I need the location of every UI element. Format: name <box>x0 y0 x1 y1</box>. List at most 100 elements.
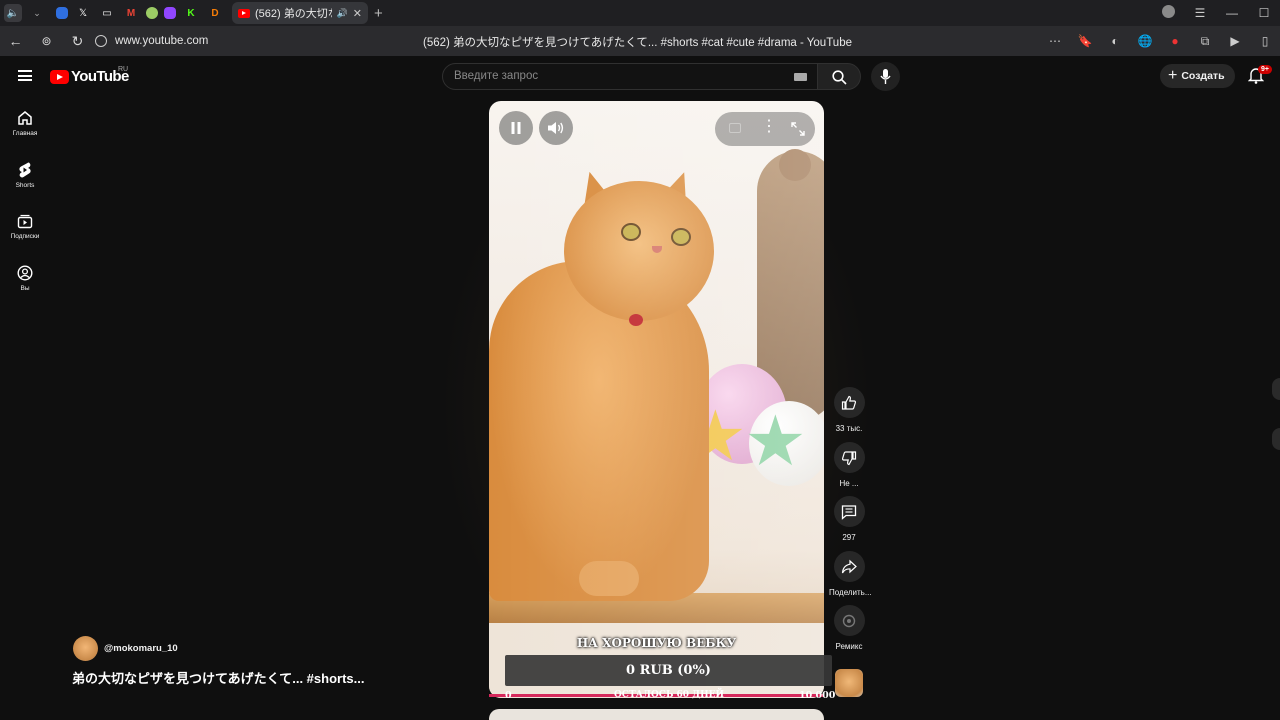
search-input[interactable]: Введите запрос <box>442 63 818 90</box>
guide-label-subscriptions: Подписки <box>10 233 40 240</box>
guide-label-you: Вы <box>20 285 30 292</box>
youtube-logo[interactable]: YouTube <box>50 68 129 85</box>
extension-shield-icon[interactable]: ◐ <box>1100 34 1130 48</box>
youtube-header: YouTube RU Введите запрос + Создать 9+ <box>0 56 1280 96</box>
search-placeholder: Введите запрос <box>454 70 539 82</box>
pinned-tab-gmail[interactable]: M <box>122 4 140 22</box>
channel-name[interactable]: @mokomaru_10 <box>104 643 178 654</box>
shorts-video-player[interactable]: ★ ★ ⋮ <box>489 101 824 698</box>
more-vertical-icon[interactable]: ⋮ <box>761 119 777 135</box>
comments-button[interactable]: 297 <box>829 496 869 542</box>
like-count: 33 тыс. <box>835 424 863 433</box>
subscriptions-icon <box>17 214 33 229</box>
new-tab-icon[interactable]: + <box>374 5 383 22</box>
volume-icon <box>548 122 564 134</box>
thumbs-up-icon <box>841 395 857 410</box>
create-label: Создать <box>1181 70 1225 82</box>
pinned-tab-app[interactable] <box>146 7 158 19</box>
share-button[interactable]: Поделить... <box>829 551 872 597</box>
minimize-icon[interactable]: — <box>1216 6 1248 20</box>
profile-icon[interactable] <box>1152 5 1184 21</box>
speaker-icon[interactable]: 🔈 <box>4 4 22 22</box>
player-controls-group: ⋮ <box>715 112 815 146</box>
active-tab[interactable]: (562) 弟の大切なピザを見つけてあげたくて 🔊 ✕ <box>232 2 368 24</box>
url-text: www.youtube.com <box>115 35 209 47</box>
previous-short-button[interactable] <box>1272 378 1280 400</box>
remix-button[interactable]: Ремикс <box>829 605 869 651</box>
active-tab-title: (562) 弟の大切なピザを見つけてあげたくて <box>255 8 332 20</box>
shorts-icon <box>19 162 31 178</box>
thumbs-down-icon <box>841 450 857 465</box>
comment-count: 297 <box>842 533 856 542</box>
player-icon[interactable]: ▶ <box>1220 34 1250 48</box>
pinned-tab-donation[interactable]: D <box>206 4 224 22</box>
vpn-globe-icon[interactable]: 🌐 <box>1130 34 1160 48</box>
sidebar-icon[interactable]: ▯ <box>1250 34 1280 48</box>
menu-icon[interactable] <box>18 70 32 81</box>
youtube-play-icon <box>50 69 69 84</box>
guide-item-subscriptions[interactable]: Подписки <box>0 213 50 240</box>
country-code: RU <box>118 66 129 73</box>
pinned-tab-kick[interactable]: K <box>182 4 200 22</box>
search-icon <box>832 70 847 85</box>
pinned-tab-video[interactable]: ▭ <box>98 4 116 22</box>
tab-audio-icon[interactable]: 🔊 <box>337 8 348 19</box>
back-icon[interactable]: ← <box>0 33 31 49</box>
pinned-tab-messenger[interactable] <box>56 7 68 19</box>
plus-icon: + <box>1168 67 1178 84</box>
video-overlay <box>489 101 824 698</box>
chevron-down-icon[interactable]: ⌄ <box>28 4 46 22</box>
notifications-badge: 9+ <box>1258 65 1272 74</box>
guide-item-you[interactable]: Вы <box>0 265 50 292</box>
channel-avatar[interactable] <box>73 636 98 661</box>
fullscreen-icon[interactable] <box>791 122 805 136</box>
vpn-icon[interactable]: ⊚ <box>31 34 62 48</box>
site-info-icon[interactable] <box>95 35 107 47</box>
url-field[interactable]: www.youtube.com <box>95 35 208 47</box>
keyboard-icon[interactable] <box>794 73 807 81</box>
comment-icon <box>841 504 857 520</box>
toolbar-icons: ⋯ 🔖 ◐ 🌐 ● ⧉ ▶ ▯ <box>1040 26 1280 56</box>
dislike-label: Не ... <box>839 479 859 488</box>
guide-label-home: Главная <box>12 130 38 137</box>
microphone-icon <box>880 69 891 84</box>
captions-icon[interactable] <box>729 123 741 133</box>
more-icon[interactable]: ⋯ <box>1040 34 1070 48</box>
window-controls: ☰ — ☐ <box>1152 0 1280 26</box>
home-icon <box>18 111 32 125</box>
address-bar: ← ⊚ ↻ www.youtube.com (562) 弟の大切なピザを見つけて… <box>0 26 1280 56</box>
sound-thumbnail[interactable] <box>835 669 863 697</box>
next-short-button[interactable] <box>1272 428 1280 450</box>
pinned-tab-twitch[interactable] <box>164 7 176 19</box>
donation-amount: 0 RUB (0%) <box>505 655 832 686</box>
like-button[interactable]: 33 тыс. <box>829 387 869 433</box>
donation-days-left: ОСТАЛОСЬ 60 ДНЕЙ <box>613 690 725 700</box>
adblock-icon[interactable]: ● <box>1160 34 1190 48</box>
youtube-favicon-icon <box>238 8 250 18</box>
guide-item-shorts[interactable]: Shorts <box>0 162 50 189</box>
share-label: Поделить... <box>829 588 872 597</box>
share-icon <box>841 559 857 573</box>
maximize-icon[interactable]: ☐ <box>1248 6 1280 20</box>
volume-button[interactable] <box>539 111 573 145</box>
video-title[interactable]: 弟の大切なピザを見つけてあげたくて... #shorts... <box>72 668 364 687</box>
create-button[interactable]: + Создать <box>1160 64 1235 88</box>
guide-label-shorts: Shorts <box>15 182 35 189</box>
pause-icon <box>511 122 521 134</box>
pause-button[interactable] <box>499 111 533 145</box>
dislike-button[interactable]: Не ... <box>829 442 869 488</box>
voice-search-button[interactable] <box>871 62 900 91</box>
close-tab-icon[interactable]: ✕ <box>353 7 362 20</box>
tab-list-icon[interactable]: ☰ <box>1184 6 1216 20</box>
pinned-tab-x[interactable]: 𝕏 <box>74 4 92 22</box>
page-title: (562) 弟の大切なピザを見つけてあげたくて... #shorts #cat … <box>423 37 852 49</box>
you-icon <box>17 265 33 281</box>
bookmark-icon[interactable]: 🔖 <box>1070 34 1100 48</box>
guide-item-home[interactable]: Главная <box>0 110 50 137</box>
browser-tab-strip: 🔈 ⌄ 𝕏 ▭ M K D (562) 弟の大切なピザを見つけてあげたくて 🔊 … <box>0 0 1280 26</box>
reload-icon[interactable]: ↻ <box>62 33 93 50</box>
remix-icon <box>842 614 856 627</box>
next-short-preview[interactable] <box>489 709 824 720</box>
search-button[interactable] <box>817 63 861 90</box>
extensions-icon[interactable]: ⧉ <box>1190 34 1220 49</box>
